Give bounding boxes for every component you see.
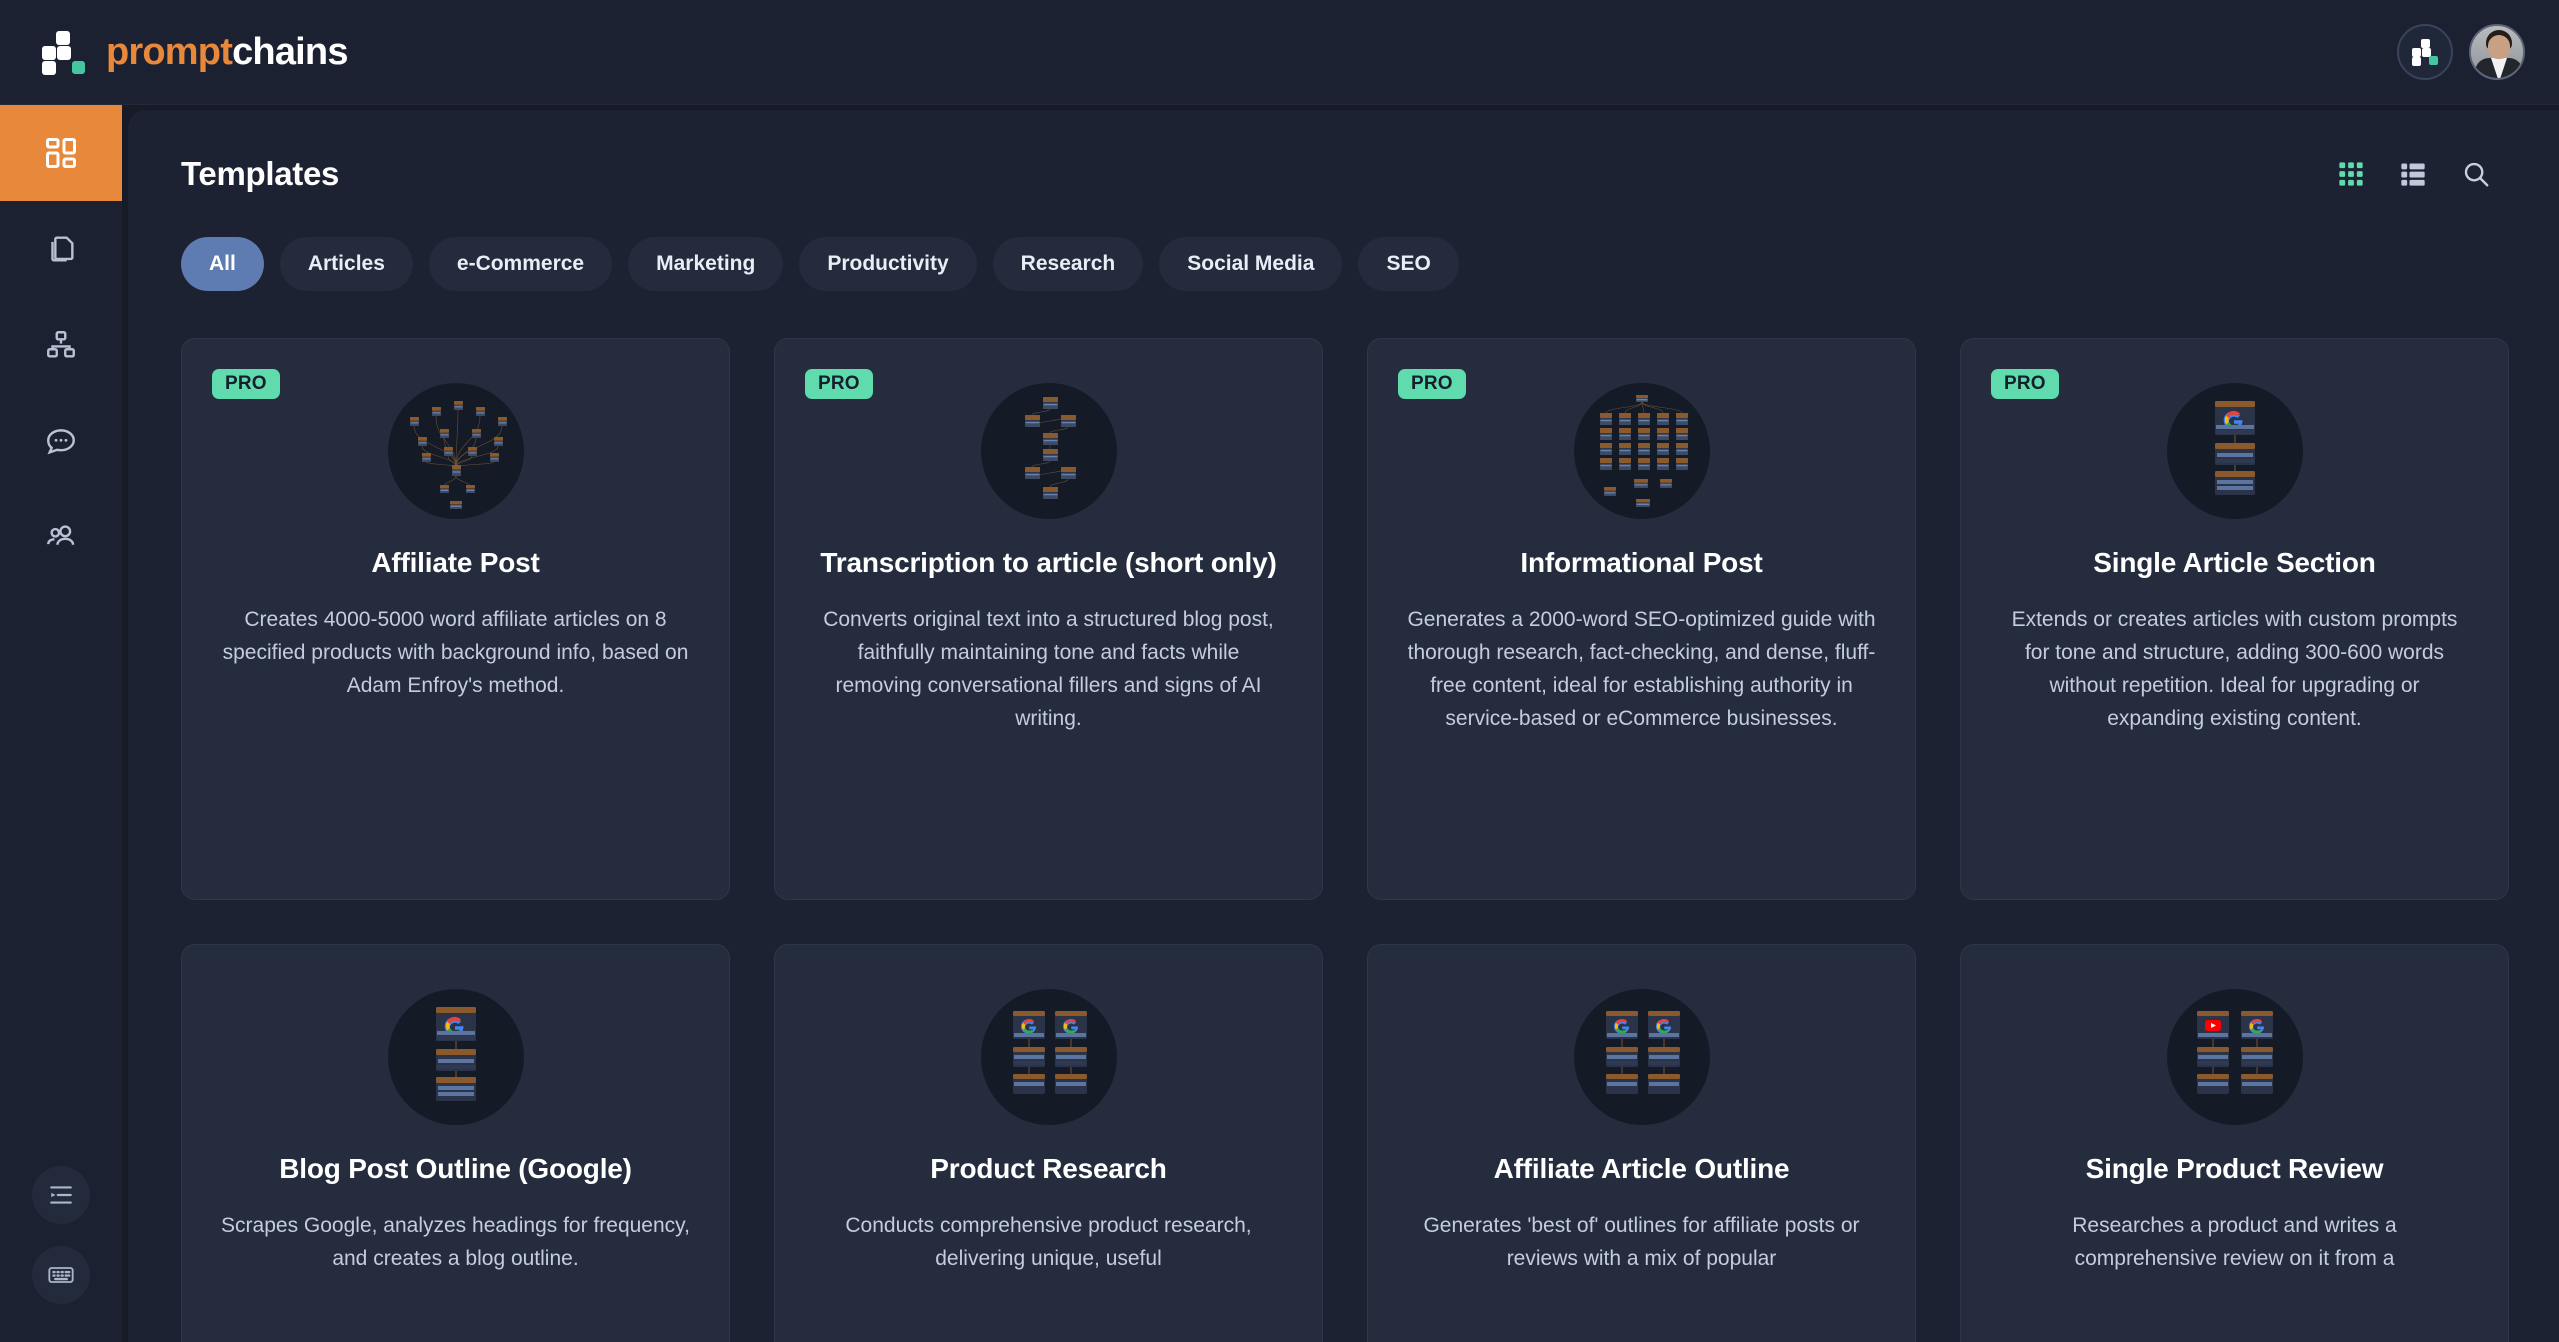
status-badge: PRO — [1991, 369, 2059, 399]
template-description: Generates a 2000-word SEO-optimized guid… — [1407, 607, 1876, 731]
template-title: Single Article Section — [2093, 547, 2376, 578]
top-bar-actions — [2397, 24, 2525, 80]
workspace-logo-icon[interactable] — [2397, 24, 2453, 80]
chat-bubble-icon — [44, 424, 78, 458]
category-tabs: All Articles e-Commerce Marketing Productivi… — [128, 193, 2559, 291]
tab-e-commerce[interactable]: e-Commerce — [428, 237, 613, 291]
node-graph-google-icon — [2166, 383, 2303, 519]
template-card[interactable]: Single Product Review Researches a produc… — [1960, 944, 2509, 1342]
template-card[interactable]: Blog Post Outline (Google) Scrapes Google… — [181, 944, 730, 1342]
hierarchy-chart-icon — [44, 328, 78, 362]
node-graph-fan-icon — [387, 383, 524, 519]
page-title: Templates — [181, 155, 340, 192]
template-description: Generates 'best of' outlines for affilia… — [1423, 1213, 1860, 1270]
brand-name-prompt: prompt — [106, 30, 233, 73]
sidebar-bottom-actions — [0, 1166, 122, 1304]
tab-seo[interactable]: SEO — [1358, 237, 1459, 291]
template-title: Affiliate Post — [371, 547, 540, 578]
tab-productivity[interactable]: Productivity — [799, 237, 977, 291]
template-card[interactable]: Affiliate Article Outline Generates 'best… — [1367, 944, 1916, 1342]
template-card[interactable]: PRO Single Article Section Extends or crea… — [1960, 338, 2509, 900]
sidebar-item-templates[interactable] — [0, 105, 122, 201]
template-title: Transcription to article (short only) — [820, 547, 1277, 578]
grid-view-icon[interactable] — [2337, 160, 2365, 188]
documents-copy-icon — [44, 232, 78, 266]
node-graph-google-pair-icon — [1573, 989, 1710, 1125]
top-bar: promptchains — [0, 0, 2559, 105]
sidebar-item-team[interactable] — [0, 489, 122, 585]
sidebar — [0, 105, 122, 1342]
users-team-icon — [44, 520, 78, 554]
content-header: Templates — [128, 110, 2559, 193]
template-description: Converts original text into a structured… — [823, 607, 1274, 731]
templates-grid-icon — [43, 135, 79, 171]
list-indent-icon[interactable] — [32, 1166, 90, 1224]
template-card[interactable]: PRO Transcription to article (short only)… — [774, 338, 1323, 900]
template-title: Blog Post Outline (Google) — [279, 1153, 632, 1184]
node-graph-google-icon — [387, 989, 524, 1125]
template-card[interactable]: PRO Affiliate Post Creates 4000-5000 word … — [181, 338, 730, 900]
promptchains-logo-icon — [42, 31, 85, 75]
template-title: Informational Post — [1520, 547, 1763, 578]
template-description: Creates 4000-5000 word affiliate article… — [222, 607, 689, 698]
template-title: Product Research — [930, 1153, 1167, 1184]
brand-logo[interactable]: promptchains — [42, 31, 348, 75]
tab-marketing[interactable]: Marketing — [628, 237, 784, 291]
template-description: Researches a product and writes a compre… — [2072, 1213, 2397, 1270]
status-badge: PRO — [1398, 369, 1466, 399]
template-title: Single Product Review — [2085, 1153, 2384, 1184]
brand-name-chains: chains — [232, 30, 348, 73]
template-grid: PRO Affiliate Post Creates 4000-5000 word … — [128, 291, 2559, 1342]
keyboard-icon[interactable] — [32, 1246, 90, 1304]
template-card[interactable]: PRO Informational Post Generates a 2000-wo… — [1367, 338, 1916, 900]
node-graph-columns-icon — [1573, 383, 1710, 519]
status-badge: PRO — [805, 369, 873, 399]
template-title: Affiliate Article Outline — [1493, 1153, 1790, 1184]
node-graph-vertical-icon — [980, 383, 1117, 519]
template-description: Conducts comprehensive product research,… — [845, 1213, 1252, 1270]
template-description: Scrapes Google, analyzes headings for fr… — [221, 1213, 690, 1270]
node-graph-youtube-google-icon — [2166, 989, 2303, 1125]
avatar[interactable] — [2469, 24, 2525, 80]
sidebar-item-chat[interactable] — [0, 393, 122, 489]
tab-social-media[interactable]: Social Media — [1159, 237, 1343, 291]
list-view-icon[interactable] — [2399, 160, 2427, 188]
template-description: Extends or creates articles with custom … — [2011, 607, 2458, 731]
main-content: Templates All Articles e-Commerce Market… — [128, 110, 2559, 1342]
tab-articles[interactable]: Articles — [279, 237, 413, 291]
status-badge: PRO — [212, 369, 280, 399]
tab-all[interactable]: All — [181, 237, 264, 291]
sidebar-item-documents[interactable] — [0, 201, 122, 297]
tab-research[interactable]: Research — [992, 237, 1144, 291]
app-root: promptchains Templates All Articles e-Co… — [0, 0, 2559, 1342]
view-toolbar — [2337, 159, 2491, 189]
search-icon[interactable] — [2461, 159, 2491, 189]
sidebar-item-chains[interactable] — [0, 297, 122, 393]
template-card[interactable]: Product Research Conducts comprehensive p… — [774, 944, 1323, 1342]
node-graph-google-pair-icon — [980, 989, 1117, 1125]
brand-wordmark: promptchains — [106, 31, 348, 74]
